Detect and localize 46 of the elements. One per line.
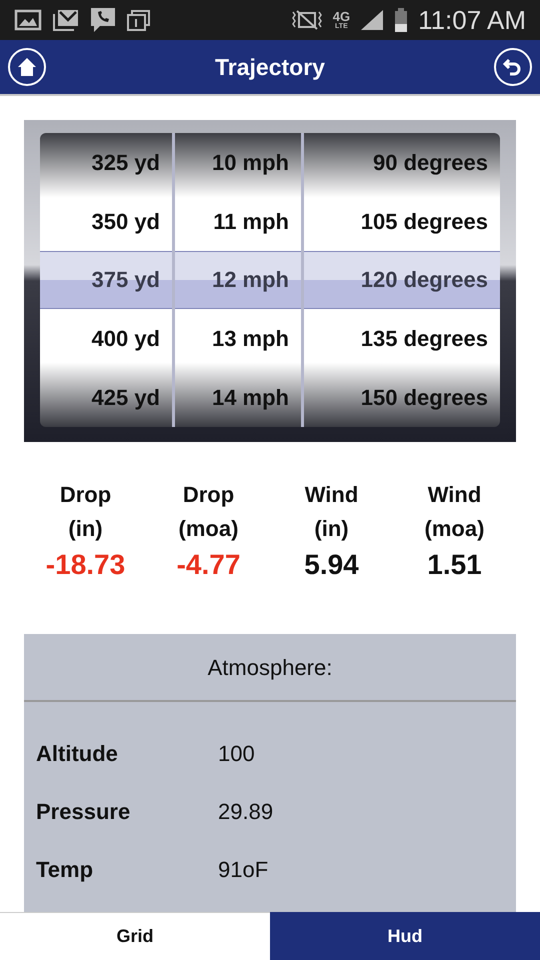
home-button[interactable] — [8, 48, 46, 86]
picker-option[interactable]: 13 mph — [212, 322, 289, 356]
section-title: Atmosphere: — [208, 654, 332, 682]
result-value: 5.94 — [304, 548, 359, 582]
picker-option[interactable]: 135 degrees — [360, 322, 488, 356]
field-label: Pressure — [36, 798, 132, 826]
network-label: 4G — [332, 10, 350, 23]
picker-option[interactable]: 350 yd — [92, 204, 160, 238]
calendar-icon — [126, 8, 152, 32]
field-value: 29.89 — [218, 798, 274, 826]
picker-option[interactable]: 400 yd — [92, 322, 160, 356]
result-label: Drop — [182, 481, 234, 509]
result-label: Drop — [60, 481, 112, 509]
field-value: 91oF — [218, 856, 268, 884]
picker-option[interactable]: 90 degrees — [373, 146, 488, 179]
picker-option[interactable]: 10 mph — [212, 146, 289, 179]
result-unit: (moa) — [178, 515, 238, 543]
result-label: Wind — [304, 481, 358, 509]
field-label: Temp — [36, 856, 94, 884]
result-unit: (moa) — [424, 515, 484, 543]
back-button[interactable] — [494, 48, 532, 86]
picker-option[interactable]: 425 yd — [92, 381, 160, 414]
result-unit: (in) — [314, 515, 349, 543]
picker-option[interactable]: 11 mph — [213, 204, 289, 238]
result-value: -4.77 — [176, 548, 240, 582]
battery-icon — [394, 8, 408, 32]
picker-option[interactable]: 325 yd — [92, 146, 160, 179]
result-value: 1.51 — [427, 548, 482, 582]
screen-title: Trajectory — [215, 52, 325, 82]
phone-message-icon — [90, 7, 116, 33]
picker-option[interactable]: 105 degrees — [360, 204, 488, 238]
signal-icon — [360, 9, 384, 31]
picker-option[interactable]: 150 degrees — [360, 381, 488, 414]
bottom-tab[interactable]: Hud — [270, 912, 540, 960]
undo-arrow-icon — [502, 57, 523, 77]
field-label: Altitude — [36, 740, 119, 768]
clock-time: 11:07 AM — [418, 4, 526, 36]
mail-icon — [52, 8, 80, 32]
result-label: Wind — [428, 481, 482, 509]
mute-vibrate-icon — [290, 8, 323, 32]
result-value: -18.73 — [46, 548, 126, 582]
image-icon — [14, 9, 42, 31]
picker-option[interactable]: 14 mph — [212, 381, 289, 414]
field-value: 100 — [218, 740, 255, 768]
result-unit: (in) — [68, 515, 103, 543]
home-icon — [17, 57, 37, 77]
